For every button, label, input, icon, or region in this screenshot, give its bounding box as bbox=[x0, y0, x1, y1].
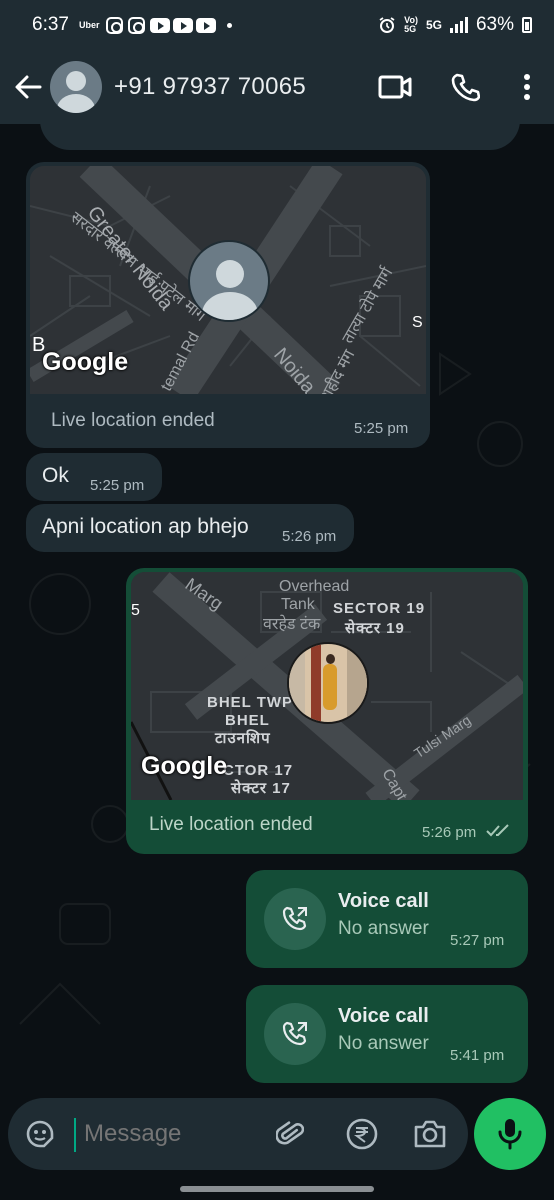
contact-name[interactable]: +91 97937 70065 bbox=[114, 73, 306, 101]
message-input-container[interactable] bbox=[8, 1098, 468, 1170]
message-text: Apni location ap bhejo bbox=[42, 515, 249, 538]
google-logo: Google bbox=[141, 752, 228, 780]
youtube-icon bbox=[195, 17, 216, 33]
previous-message-bubble bbox=[40, 124, 520, 150]
message-input[interactable] bbox=[84, 1120, 264, 1148]
call-status: No answer bbox=[338, 1033, 429, 1054]
map-label: Overhead bbox=[279, 578, 350, 595]
user-avatar-pin bbox=[287, 642, 369, 724]
message-text: Ok bbox=[42, 464, 69, 487]
youtube-icon bbox=[172, 17, 193, 33]
mic-icon bbox=[498, 1119, 522, 1150]
gesture-navigation-bar[interactable] bbox=[180, 1186, 374, 1192]
voice-call-icon[interactable] bbox=[430, 57, 500, 117]
more-notifications-dot bbox=[226, 22, 232, 28]
more-options-icon[interactable] bbox=[500, 57, 554, 117]
mic-button[interactable] bbox=[474, 1098, 546, 1170]
uber-notification-icon: Uber bbox=[78, 20, 100, 30]
live-location-status: Live location ended bbox=[149, 814, 313, 835]
contact-avatar-pin bbox=[188, 240, 270, 322]
text-cursor bbox=[74, 1118, 76, 1152]
outgoing-location-message[interactable]: Marg Overhead Tank वरहेड टंक SECTOR 19 स… bbox=[126, 568, 528, 854]
live-location-status: Live location ended bbox=[51, 410, 215, 431]
call-status: No answer bbox=[338, 918, 429, 939]
camera-icon[interactable] bbox=[410, 1114, 450, 1154]
map-label: सेक्टर 17 bbox=[231, 780, 291, 797]
location-map[interactable]: Greater Noida सरदार वल्लभ भाई पटेल मार्ग… bbox=[30, 166, 426, 394]
incoming-text-message[interactable]: Apni location ap bhejo 5:26 pm bbox=[26, 504, 354, 552]
map-label: SECTOR 19 bbox=[333, 600, 426, 617]
chat-header: +91 97937 70065 bbox=[0, 50, 554, 124]
volte-label: Vo) 5G bbox=[404, 15, 418, 34]
incoming-location-message[interactable]: Greater Noida सरदार वल्लभ भाई पटेल मार्ग… bbox=[26, 162, 430, 448]
call-title: Voice call bbox=[338, 890, 429, 912]
message-time: 5:41 pm bbox=[450, 1047, 505, 1064]
video-call-icon[interactable] bbox=[360, 57, 430, 117]
alarm-icon bbox=[379, 17, 395, 33]
message-time: 5:27 pm bbox=[450, 932, 505, 949]
map-label: 5 bbox=[131, 602, 140, 619]
battery-icon bbox=[522, 17, 532, 33]
rupee-payment-icon[interactable] bbox=[342, 1114, 382, 1154]
map-label: S bbox=[412, 314, 423, 331]
voice-call-message[interactable]: Voice call No answer 5:41 pm bbox=[246, 985, 528, 1083]
chat-area[interactable]: Greater Noida सरदार वल्लभ भाई पटेल मार्ग… bbox=[0, 124, 554, 1090]
read-receipt-icon bbox=[486, 824, 509, 837]
back-arrow-icon[interactable] bbox=[6, 65, 50, 109]
map-label: सेक्टर 19 bbox=[345, 620, 405, 637]
location-map[interactable]: Marg Overhead Tank वरहेड टंक SECTOR 19 स… bbox=[131, 572, 523, 800]
missed-call-icon bbox=[264, 888, 326, 950]
status-time: 6:37 bbox=[32, 14, 69, 35]
incoming-text-message[interactable]: Ok 5:25 pm bbox=[26, 453, 162, 501]
map-label: वरहेड टंक bbox=[263, 616, 321, 633]
map-label: टाउनशिप bbox=[215, 730, 271, 747]
message-time: 5:26 pm bbox=[282, 528, 337, 545]
map-label: BHEL TWP bbox=[207, 694, 294, 711]
attach-icon[interactable] bbox=[270, 1114, 310, 1154]
battery-percent: 63% bbox=[475, 14, 514, 35]
fiveg-label: 5G bbox=[425, 18, 442, 32]
message-time: 5:25 pm bbox=[354, 420, 409, 437]
message-time: 5:26 pm bbox=[422, 824, 477, 841]
youtube-icon bbox=[149, 17, 170, 33]
map-label: BHEL bbox=[225, 712, 270, 729]
compose-bar bbox=[0, 1090, 554, 1200]
call-title: Voice call bbox=[338, 1005, 429, 1027]
emoji-sticker-icon[interactable] bbox=[20, 1114, 60, 1154]
signal-icon bbox=[449, 17, 468, 33]
contact-avatar[interactable] bbox=[50, 61, 102, 113]
instagram-icon bbox=[128, 16, 146, 34]
message-time: 5:25 pm bbox=[90, 477, 145, 494]
missed-call-icon bbox=[264, 1003, 326, 1065]
status-bar: 6:37 Uber Vo) 5G 5G 63% bbox=[0, 0, 554, 50]
map-label: CTOR 17 bbox=[223, 762, 294, 779]
instagram-icon bbox=[106, 16, 124, 34]
google-logo: Google bbox=[42, 348, 129, 376]
voice-call-message[interactable]: Voice call No answer 5:27 pm bbox=[246, 870, 528, 968]
